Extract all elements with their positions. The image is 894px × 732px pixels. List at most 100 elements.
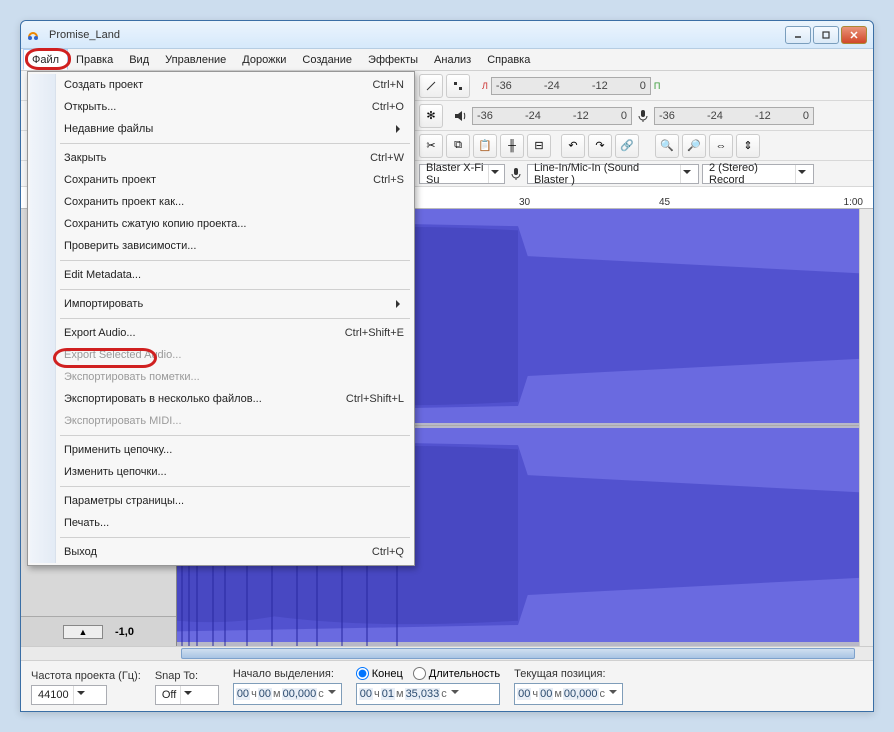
menu-item-0[interactable]: Создать проектCtrl+N: [30, 74, 412, 96]
record-meter[interactable]: -36 -24 -12 0: [491, 77, 651, 95]
menu-item-20[interactable]: Применить цепочку...: [30, 439, 412, 461]
snap-value: Off: [162, 689, 176, 701]
menu-separator: [60, 143, 410, 144]
snap-label: Snap To:: [155, 670, 219, 682]
scrollbar-vertical[interactable]: [859, 209, 873, 646]
audio-position-label: Текущая позиция:: [514, 668, 623, 680]
collapse-button[interactable]: ▲: [63, 625, 103, 639]
menu-edit[interactable]: Правка: [68, 49, 121, 70]
menu-item-8[interactable]: Проверить зависимости...: [30, 235, 412, 257]
menu-separator: [60, 289, 410, 290]
menubar: Файл Правка Вид Управление Дорожки Созда…: [21, 49, 873, 71]
menu-item-26[interactable]: ВыходCtrl+Q: [30, 541, 412, 563]
mute-solo-icon[interactable]: ✻: [419, 104, 443, 128]
ruler-tick-30: 30: [519, 197, 530, 208]
scrollbar-horizontal[interactable]: [21, 646, 873, 660]
menu-item-4[interactable]: ЗакрытьCtrl+W: [30, 147, 412, 169]
sync-icon[interactable]: 🔗: [615, 134, 639, 158]
menu-file[interactable]: Файл: [23, 49, 68, 70]
menu-item-label: Параметры страницы...: [64, 495, 184, 507]
mic-icon-2: [508, 166, 524, 182]
project-rate-combo[interactable]: 44100: [31, 685, 107, 705]
snap-combo[interactable]: Off: [155, 685, 219, 705]
menu-item-label: Недавние файлы: [64, 123, 153, 135]
selection-end-time[interactable]: 00ч 01м 35,033с: [356, 683, 500, 705]
menu-effects[interactable]: Эффекты: [360, 49, 426, 70]
radio-length[interactable]: Длительность: [413, 667, 500, 680]
app-window: Promise_Land Файл Правка Вид Управление …: [20, 20, 874, 712]
ruler-tick-45: 45: [659, 197, 670, 208]
menu-view[interactable]: Вид: [121, 49, 157, 70]
menu-item-12[interactable]: Импортировать: [30, 293, 412, 315]
menu-item-5[interactable]: Сохранить проектCtrl+S: [30, 169, 412, 191]
vscale-value: -1,0: [115, 626, 134, 638]
play-meter[interactable]: -36 -24 -12 0: [472, 107, 632, 125]
menu-item-label: Печать...: [64, 517, 109, 529]
fit-project-icon[interactable]: ⇕: [736, 134, 760, 158]
menu-item-7[interactable]: Сохранить сжатую копию проекта...: [30, 213, 412, 235]
silence-icon[interactable]: ⊟: [527, 134, 551, 158]
fit-selection-icon[interactable]: ⇔: [709, 134, 733, 158]
menu-item-1[interactable]: Открыть... Ctrl+O: [30, 96, 412, 118]
speaker-icon: [453, 108, 469, 124]
menu-item-label: Экспортировать MIDI...: [64, 415, 182, 427]
maximize-button[interactable]: [813, 26, 839, 44]
project-rate-value: 44100: [38, 689, 69, 701]
menu-separator: [60, 260, 410, 261]
redo-icon[interactable]: ↷: [588, 134, 612, 158]
menu-help[interactable]: Справка: [479, 49, 538, 70]
paste-icon[interactable]: 📋: [473, 134, 497, 158]
menu-generate[interactable]: Создание: [294, 49, 360, 70]
menu-item-shortcut: Ctrl+O: [372, 101, 404, 113]
trim-icon[interactable]: ╫: [500, 134, 524, 158]
menu-item-17[interactable]: Экспортировать в несколько файлов... Ctrl…: [30, 388, 412, 410]
menu-tracks[interactable]: Дорожки: [234, 49, 294, 70]
menu-transport[interactable]: Управление: [157, 49, 234, 70]
menu-item-21[interactable]: Изменить цепочки...: [30, 461, 412, 483]
menu-item-label: Экспортировать пометки...: [64, 371, 200, 383]
menu-item-label: Импортировать: [64, 298, 143, 310]
tool-draw-icon[interactable]: [419, 74, 443, 98]
titlebar: Promise_Land: [21, 21, 873, 49]
menu-analyze[interactable]: Анализ: [426, 49, 479, 70]
output-device-text: Blaster X-Fi Su: [426, 162, 484, 186]
menu-item-6[interactable]: Сохранить проект как...: [30, 191, 412, 213]
close-button[interactable]: [841, 26, 867, 44]
selection-start-time[interactable]: 00ч 00м 00,000с: [233, 683, 342, 705]
input-meter[interactable]: -36 -24 -12 0: [654, 107, 814, 125]
menu-item-label: Изменить цепочки...: [64, 466, 167, 478]
tool-multi-icon[interactable]: [446, 74, 470, 98]
audio-position-time[interactable]: 00ч 00м 00,000с: [514, 683, 623, 705]
menu-item-shortcut: Ctrl+Shift+L: [346, 393, 404, 405]
copy-icon[interactable]: ⧉: [446, 134, 470, 158]
window-title: Promise_Land: [49, 29, 785, 41]
menu-item-label: Сохранить сжатую копию проекта...: [64, 218, 246, 230]
menu-item-10[interactable]: Edit Metadata...: [30, 264, 412, 286]
menu-item-label: Открыть...: [64, 101, 116, 113]
cut-icon[interactable]: ✂: [419, 134, 443, 158]
minimize-button[interactable]: [785, 26, 811, 44]
menu-item-label: Сохранить проект как...: [64, 196, 184, 208]
channels-text: 2 (Stereo) Record: [709, 162, 791, 186]
menu-item-2[interactable]: Недавние файлы: [30, 118, 412, 140]
input-device-text: Line-In/Mic-In (Sound Blaster ): [534, 162, 676, 186]
channels-combo[interactable]: 2 (Stereo) Record: [702, 164, 814, 184]
menu-item-18: Экспортировать MIDI...: [30, 410, 412, 432]
menu-item-14[interactable]: Export Audio...Ctrl+Shift+E: [30, 322, 412, 344]
output-device-combo[interactable]: Blaster X-Fi Su: [419, 164, 505, 184]
input-device-combo[interactable]: Line-In/Mic-In (Sound Blaster ): [527, 164, 699, 184]
meter-left-label: Л: [482, 81, 488, 91]
radio-end[interactable]: Конец: [356, 667, 403, 680]
undo-icon[interactable]: ↶: [561, 134, 585, 158]
menu-item-15: Export Selected Audio...: [30, 344, 412, 366]
meter-right-label: П: [654, 81, 660, 91]
menu-item-label: Закрыть: [64, 152, 106, 164]
menu-item-16: Экспортировать пометки...: [30, 366, 412, 388]
menu-item-label: Экспортировать в несколько файлов...: [64, 393, 262, 405]
menu-item-23[interactable]: Параметры страницы...: [30, 490, 412, 512]
zoom-in-icon[interactable]: 🔍: [655, 134, 679, 158]
project-rate-label: Частота проекта (Гц):: [31, 670, 141, 682]
zoom-out-icon[interactable]: 🔎: [682, 134, 706, 158]
menu-separator: [60, 435, 410, 436]
menu-item-24[interactable]: Печать...: [30, 512, 412, 534]
